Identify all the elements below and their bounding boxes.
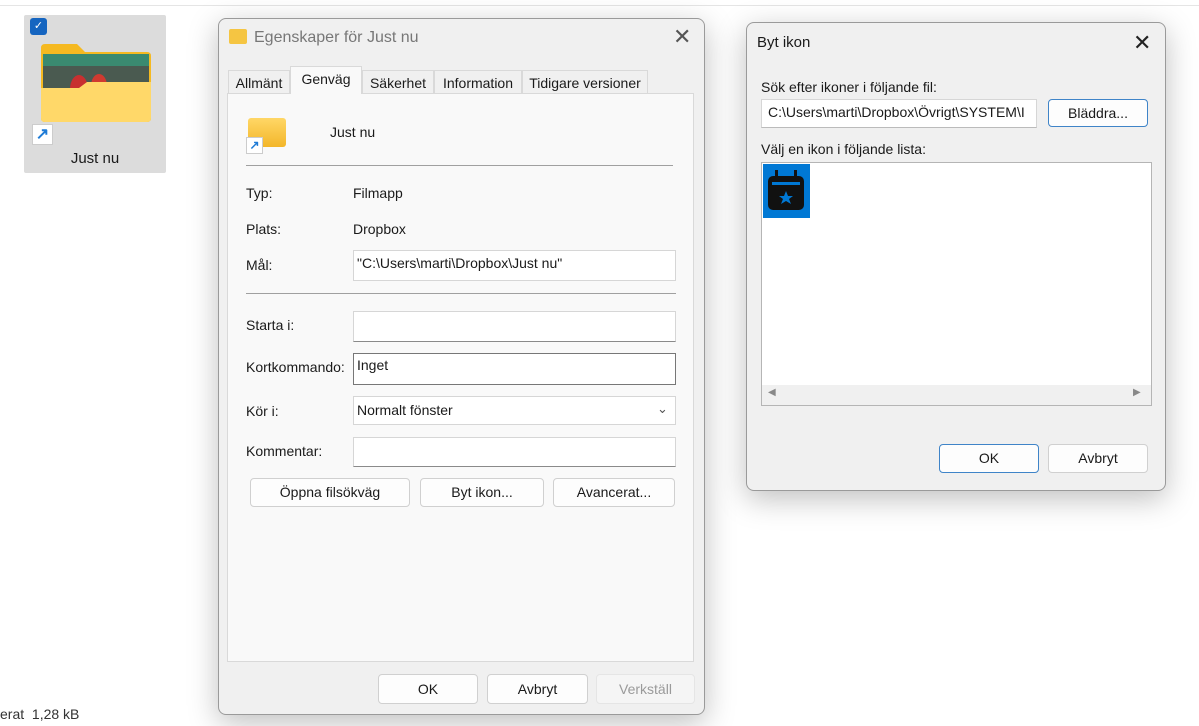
run-label: Kör i: (246, 403, 279, 419)
run-select[interactable]: Normalt fönster (353, 396, 676, 425)
run-value: Normalt fönster (357, 402, 453, 418)
divider (246, 293, 676, 294)
divider (246, 165, 673, 166)
type-label: Typ: (246, 185, 273, 201)
shortcut-arrow-icon: ↗ (246, 137, 263, 154)
chevron-down-icon: ⌄ (657, 401, 668, 416)
type-value: Filmapp (353, 185, 403, 201)
shortcut-key-label: Kortkommando: (246, 359, 345, 375)
cancel-button[interactable]: Avbryt (1048, 444, 1148, 473)
folder-shortcut-icon (229, 29, 247, 44)
file-label: Sök efter ikoner i följande fil: (761, 79, 937, 95)
icon-list[interactable] (761, 162, 1152, 406)
close-icon[interactable]: ✕ (673, 24, 691, 50)
list-label: Välj en ikon i följande lista: (761, 141, 926, 157)
tab-sakerhet[interactable]: Säkerhet (362, 70, 434, 94)
scroll-right-icon[interactable]: ▶ (1133, 387, 1141, 398)
status-bar-text: erat 1,28 kB (0, 706, 80, 722)
horizontal-scrollbar[interactable] (762, 385, 1151, 405)
tab-genvag[interactable]: Genväg (290, 66, 362, 94)
close-icon[interactable]: ✕ (1133, 30, 1151, 56)
tab-information[interactable]: Information (434, 70, 522, 94)
icon-file-input[interactable]: C:\Users\marti\Dropbox\Övrigt\SYSTEM\I (761, 99, 1037, 128)
window-top-border (0, 5, 1199, 6)
tab-allmant[interactable]: Allmänt (228, 70, 290, 94)
apply-button[interactable]: Verkställ (596, 674, 695, 704)
start-in-input[interactable] (353, 311, 676, 342)
change-icon-button[interactable]: Byt ikon... (420, 478, 544, 507)
open-file-location-button[interactable]: Öppna filsökväg (250, 478, 410, 507)
location-label: Plats: (246, 221, 282, 237)
start-in-label: Starta i: (246, 317, 295, 333)
scroll-left-icon[interactable]: ◀ (768, 387, 776, 398)
location-value: Dropbox (353, 221, 406, 237)
change-icon-title: Byt ikon (757, 34, 811, 51)
tab-tidigare-versioner[interactable]: Tidigare versioner (522, 70, 648, 94)
checkbox-icon[interactable]: ✓ (30, 18, 47, 35)
target-input[interactable]: "C:\Users\marti\Dropbox\Just nu" (353, 250, 676, 281)
comment-label: Kommentar: (246, 443, 323, 459)
shortcut-arrow-icon: ↗ (32, 124, 53, 145)
desktop-item-label: Just nu (70, 150, 120, 167)
shortcut-name: Just nu (330, 124, 376, 140)
calendar-star-icon (768, 170, 804, 210)
target-label: Mål: (246, 257, 273, 273)
icon-list-item-selected[interactable] (763, 164, 810, 218)
cancel-button[interactable]: Avbryt (487, 674, 588, 704)
browse-button[interactable]: Bläddra... (1048, 99, 1148, 127)
advanced-button[interactable]: Avancerat... (553, 478, 675, 507)
shortcut-key-input[interactable]: Inget (353, 353, 676, 385)
ok-button[interactable]: OK (378, 674, 478, 704)
dialog-title: Egenskaper för Just nu (254, 29, 419, 46)
comment-input[interactable] (353, 437, 676, 467)
ok-button[interactable]: OK (939, 444, 1039, 473)
folder-icon (41, 44, 151, 122)
